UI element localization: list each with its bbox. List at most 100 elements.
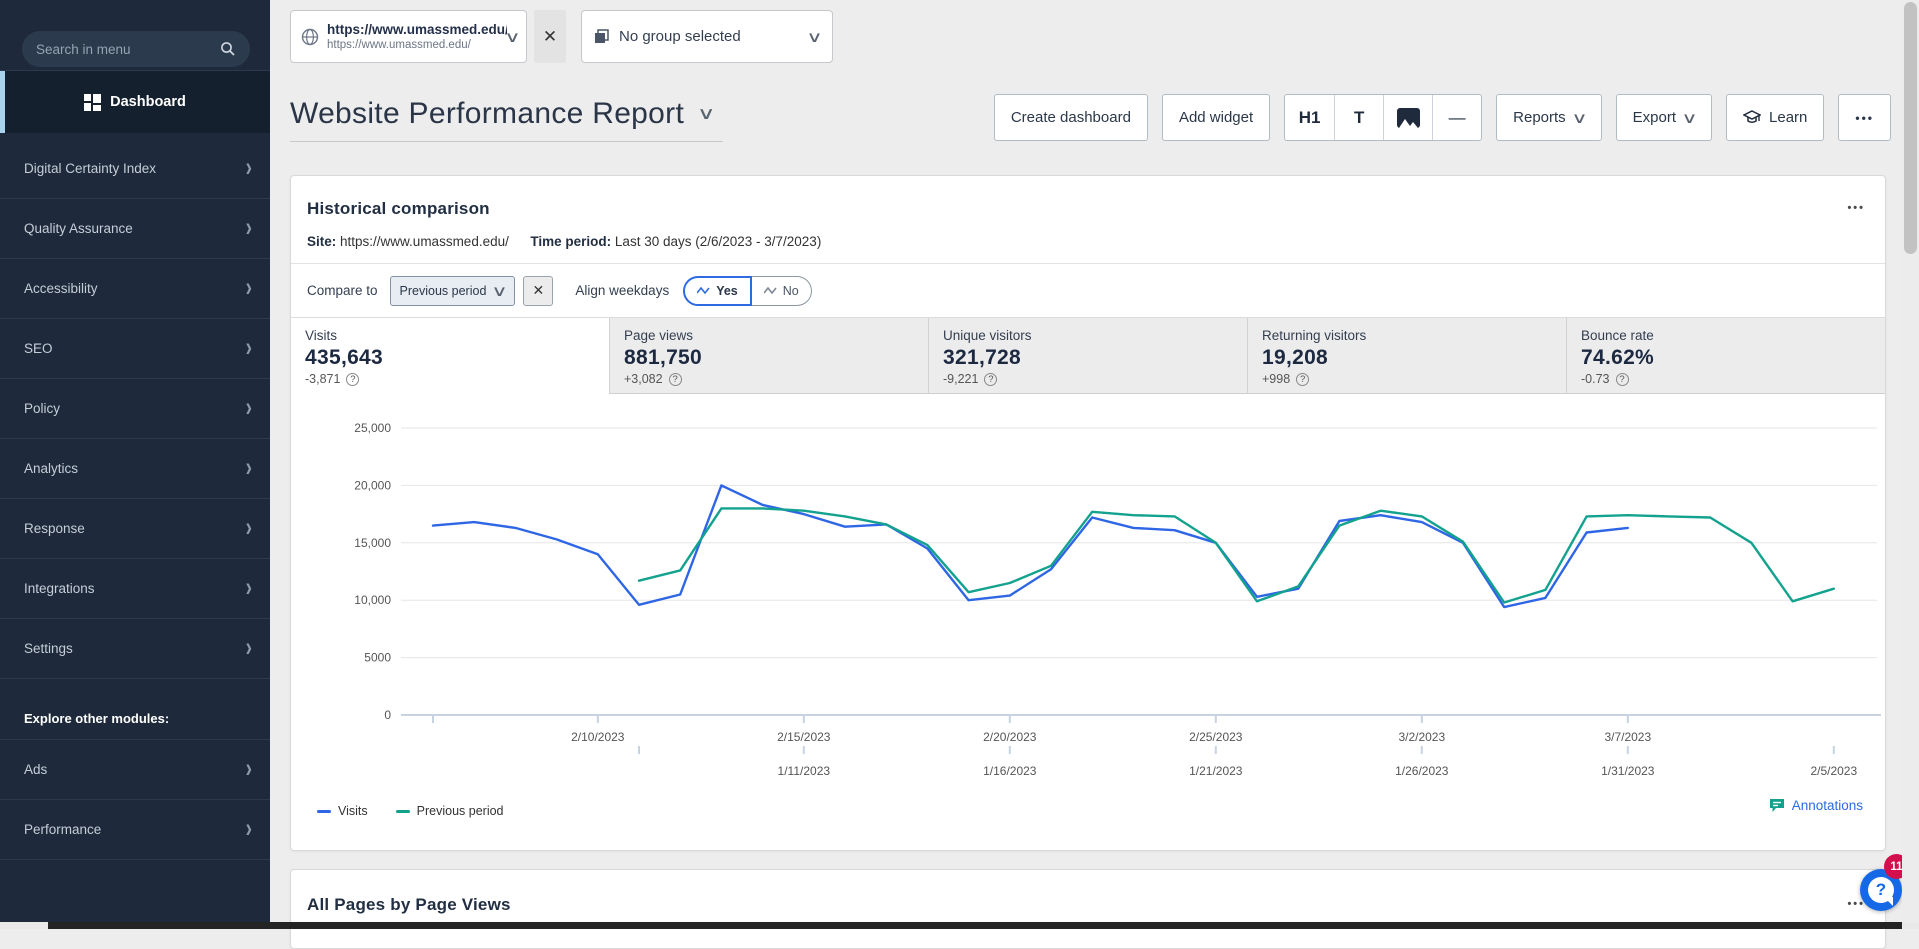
align-yes-button[interactable]: Yes <box>683 276 752 306</box>
chevron-right-icon: › <box>246 575 252 602</box>
search-icon[interactable] <box>220 41 236 57</box>
sidebar-search[interactable] <box>22 31 250 67</box>
pages-card-title: All Pages by Page Views <box>307 895 511 915</box>
ellipsis-icon: ••• <box>1855 111 1874 125</box>
all-pages-card: All Pages by Page Views ••• <box>290 869 1886 949</box>
sidebar-item-quality-assurance[interactable]: Quality Assurance› <box>0 199 270 259</box>
compare-label: Compare to <box>307 283 378 298</box>
heading-tool-button[interactable]: H1 <box>1285 95 1334 140</box>
clear-site-button[interactable]: ✕ <box>534 10 566 63</box>
stat-label: Bounce rate <box>1581 328 1885 343</box>
x-axis-tick-current: 2/10/2023 <box>571 730 625 744</box>
legend-swatch <box>317 810 331 813</box>
add-widget-button[interactable]: Add widget <box>1162 94 1270 141</box>
sidebar-item-response[interactable]: Response› <box>0 499 270 559</box>
clear-compare-button[interactable]: ✕ <box>523 276 553 306</box>
x-axis-tick-previous: 1/31/2023 <box>1601 764 1655 778</box>
y-axis-tick: 25,000 <box>354 421 391 435</box>
chevron-down-icon: ∨ <box>1571 109 1587 127</box>
chevron-right-icon: › <box>246 816 252 843</box>
globe-icon <box>301 28 319 46</box>
sidebar-item-analytics[interactable]: Analytics› <box>0 439 270 499</box>
stat-tab-returning-visitors[interactable]: Returning visitors19,208+998? <box>1247 318 1566 394</box>
group-selector[interactable]: No group selected ∨ <box>581 10 833 63</box>
compare-period-select[interactable]: Previous period ∨ <box>390 276 516 306</box>
sidebar-menu: Digital Certainty Index›Quality Assuranc… <box>0 139 270 860</box>
question-circle-icon[interactable]: ? <box>984 373 997 386</box>
sidebar-item-ads[interactable]: Ads› <box>0 740 270 800</box>
site-url-secondary: https://www.umassmed.edu/ <box>327 39 507 51</box>
period-label: Time period: <box>530 234 611 249</box>
historical-comparison-card: Historical comparison ••• Site: https://… <box>290 175 1886 851</box>
sidebar-item-digital-certainty-index[interactable]: Digital Certainty Index› <box>0 139 270 199</box>
horizontal-scrollbar-thumb[interactable] <box>48 922 1902 929</box>
sidebar-item-performance[interactable]: Performance› <box>0 800 270 860</box>
text-tool-button[interactable]: T <box>1334 95 1383 140</box>
sidebar-item-integrations[interactable]: Integrations› <box>0 559 270 619</box>
zigzag-icon <box>697 286 710 295</box>
horizontal-scrollbar[interactable] <box>0 922 1919 929</box>
site-selector-texts: https://www.umassmed.edu/ https://www.um… <box>327 22 507 51</box>
sidebar-item-label: Quality Assurance <box>24 221 246 236</box>
learn-button[interactable]: Learn <box>1726 94 1824 141</box>
stat-tab-visits[interactable]: Visits435,643-3,871? <box>291 318 609 394</box>
x-axis-tick-current: 2/25/2023 <box>1189 730 1243 744</box>
chevron-down-icon: ∨ <box>806 28 822 46</box>
sidebar-item-seo[interactable]: SEO› <box>0 319 270 379</box>
x-axis-tick-previous: 2/5/2023 <box>1810 764 1857 778</box>
sidebar-item-accessibility[interactable]: Accessibility› <box>0 259 270 319</box>
question-circle-icon[interactable]: ? <box>1296 373 1309 386</box>
legend-swatch <box>396 810 410 813</box>
graduation-cap-icon <box>1743 110 1761 126</box>
create-dashboard-button[interactable]: Create dashboard <box>994 94 1148 141</box>
search-input[interactable] <box>36 42 220 57</box>
chevron-down-icon: ∨ <box>504 28 520 46</box>
stat-tab-page-views[interactable]: Page views881,750+3,082? <box>609 318 928 394</box>
group-icon <box>594 29 609 44</box>
export-button[interactable]: Export ∨ <box>1616 94 1712 141</box>
close-icon: ✕ <box>543 27 557 47</box>
toolbar: Create dashboard Add widget H1 T — Repor… <box>994 94 1891 141</box>
stat-delta: -3,871 <box>305 372 340 386</box>
site-selector[interactable]: https://www.umassmed.edu/ https://www.um… <box>290 10 527 63</box>
legend-item-previous-period[interactable]: Previous period <box>396 804 504 818</box>
align-weekdays-toggle: Yes No <box>683 276 812 306</box>
sidebar-item-label: SEO <box>24 341 246 356</box>
chevron-right-icon: › <box>246 455 252 482</box>
card-more-button[interactable]: ••• <box>1847 202 1865 214</box>
learn-label: Learn <box>1769 109 1807 126</box>
y-axis-tick: 20,000 <box>354 478 391 492</box>
more-actions-button[interactable]: ••• <box>1838 94 1891 141</box>
compare-period-value: Previous period <box>400 284 487 298</box>
reports-button[interactable]: Reports ∨ <box>1496 94 1602 141</box>
sidebar-item-label: Digital Certainty Index <box>24 161 246 176</box>
annotations-link[interactable]: Annotations <box>1769 798 1863 813</box>
question-circle-icon[interactable]: ? <box>1616 373 1629 386</box>
stat-tab-bounce-rate[interactable]: Bounce rate74.62%-0.73? <box>1566 318 1885 394</box>
question-circle-icon[interactable]: ? <box>669 373 682 386</box>
stats-tabs: Visits435,643-3,871?Page views881,750+3,… <box>291 317 1885 394</box>
sidebar-item-label: Accessibility <box>24 281 246 296</box>
chevron-right-icon: › <box>246 335 252 362</box>
report-title-dropdown[interactable]: Website Performance Report ∨ <box>290 97 723 142</box>
legend-item-visits[interactable]: Visits <box>317 804 368 818</box>
vertical-scrollbar-thumb[interactable] <box>1904 2 1917 254</box>
image-tool-button[interactable] <box>1383 95 1432 140</box>
chevron-right-icon: › <box>246 155 252 182</box>
stat-delta: -0.73 <box>1581 372 1610 386</box>
question-circle-icon[interactable]: ? <box>346 373 359 386</box>
x-axis-tick-current: 3/7/2023 <box>1604 730 1651 744</box>
vertical-scrollbar[interactable] <box>1902 0 1919 922</box>
stat-tab-unique-visitors[interactable]: Unique visitors321,728-9,221? <box>928 318 1247 394</box>
sidebar-item-dashboard[interactable]: Dashboard <box>0 71 270 133</box>
chevron-right-icon: › <box>246 395 252 422</box>
align-no-button[interactable]: No <box>752 276 812 306</box>
sidebar-item-policy[interactable]: Policy› <box>0 379 270 439</box>
stat-delta: +3,082 <box>624 372 663 386</box>
close-icon: ✕ <box>533 282 545 299</box>
card-title: Historical comparison <box>307 199 490 219</box>
divider-tool-button[interactable]: — <box>1432 95 1481 140</box>
sidebar-item-settings[interactable]: Settings› <box>0 619 270 679</box>
stat-label: Page views <box>624 328 928 343</box>
chevron-right-icon: › <box>246 756 252 783</box>
